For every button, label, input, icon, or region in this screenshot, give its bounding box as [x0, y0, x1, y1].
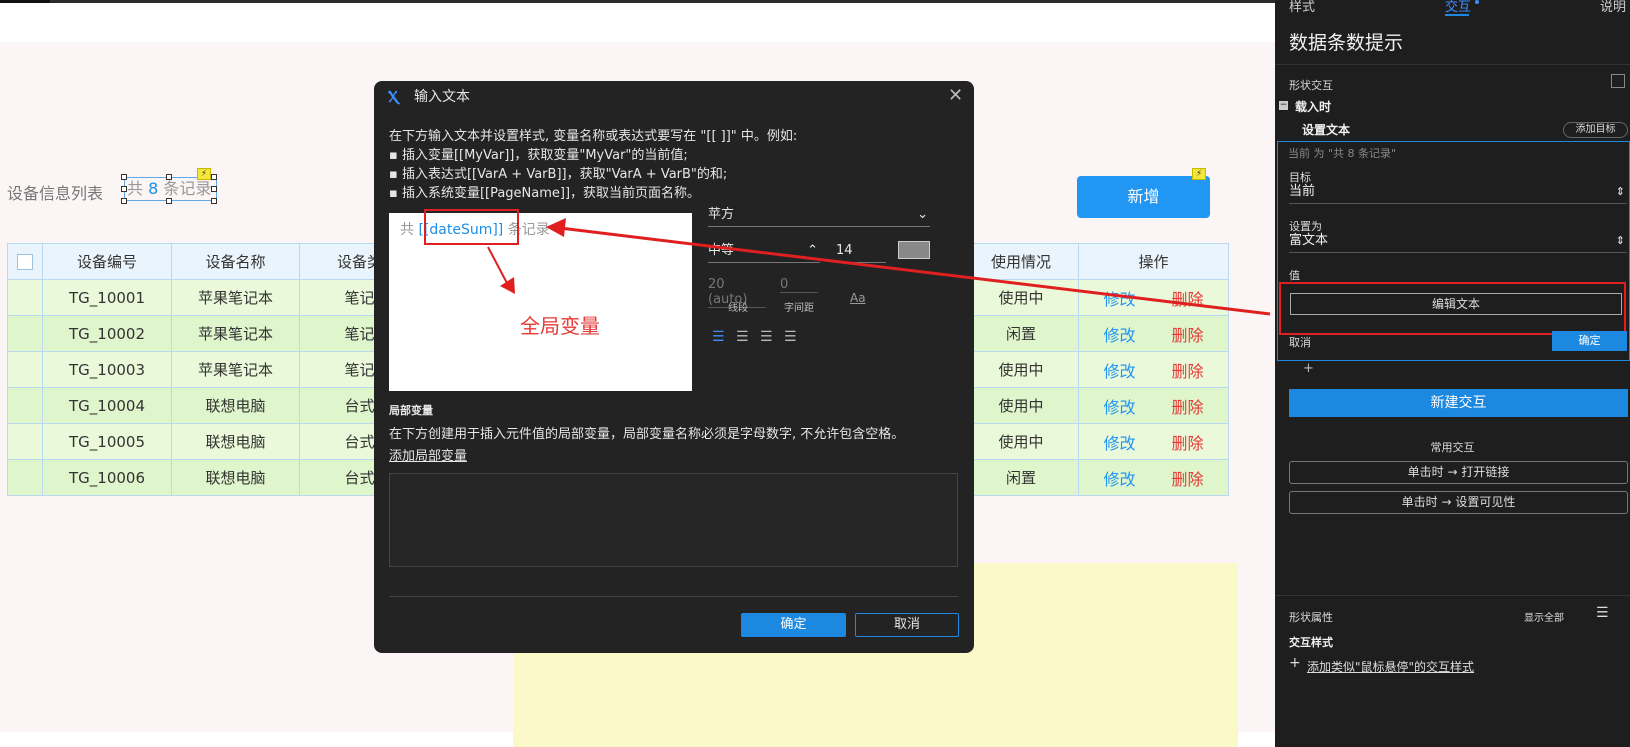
arrow-to-editor	[559, 226, 1271, 316]
panel-ok-button[interactable]: 确定	[1552, 331, 1627, 351]
interaction-style-title: 交互样式	[1289, 636, 1333, 649]
collapse-icon[interactable]: −	[1279, 101, 1288, 110]
show-all-toggle[interactable]: 显示全部	[1524, 609, 1564, 624]
arrow-to-label	[487, 246, 509, 286]
menu-icon[interactable]: ☰	[1596, 605, 1609, 621]
common-interaction-link[interactable]: 单击时 → 打开链接	[1289, 461, 1628, 484]
current-value-desc: 当前 为 "共 8 条记录"	[1288, 147, 1397, 160]
chevron-updown-icon: ⇕	[1615, 185, 1625, 198]
divider	[1275, 64, 1630, 65]
new-interaction-button[interactable]: 新建交互	[1289, 389, 1628, 417]
shape-interaction-label: 形状交互	[1289, 79, 1333, 92]
widget-name[interactable]: 数据条数提示	[1289, 28, 1403, 55]
add-style-link[interactable]: 添加类似"鼠标悬停"的交互样式	[1307, 658, 1474, 675]
tab-indicator	[1445, 14, 1469, 16]
active-dot	[1475, 0, 1479, 4]
target-select[interactable]: 当前 ⇕	[1289, 182, 1627, 204]
set-as-value: 富文本	[1289, 233, 1329, 248]
panel-cancel-link[interactable]: 取消	[1289, 334, 1311, 350]
value-label: 值	[1289, 269, 1300, 282]
event-label[interactable]: 载入时	[1295, 98, 1331, 115]
plus-icon: +	[1289, 655, 1301, 671]
set-as-select[interactable]: 富文本 ⇕	[1289, 231, 1627, 253]
add-target-button[interactable]: 添加目标	[1563, 122, 1628, 138]
divider	[1275, 595, 1630, 596]
expand-icon[interactable]	[1611, 74, 1625, 88]
action-label[interactable]: 设置文本	[1302, 121, 1350, 138]
shape-props-title: 形状属性	[1289, 611, 1333, 624]
inspector-panel: 样式 交互 说明 数据条数提示 形状交互 − 载入时 设置文本 添加目标 当前 …	[1275, 0, 1630, 747]
target-value: 当前	[1289, 184, 1316, 199]
tab-style[interactable]: 样式	[1289, 0, 1315, 15]
common-interactions-title: 常用交互	[1430, 441, 1475, 454]
common-interaction-visibility[interactable]: 单击时 → 设置可见性	[1289, 491, 1628, 514]
add-action-icon[interactable]: +	[1303, 361, 1314, 376]
chevron-updown-icon: ⇕	[1615, 234, 1625, 247]
arrowhead	[546, 218, 566, 237]
tab-notes[interactable]: 说明	[1600, 0, 1626, 15]
edit-text-button[interactable]: 编辑文本	[1290, 293, 1622, 315]
tab-interaction[interactable]: 交互	[1445, 0, 1471, 15]
arrowhead	[500, 277, 515, 294]
